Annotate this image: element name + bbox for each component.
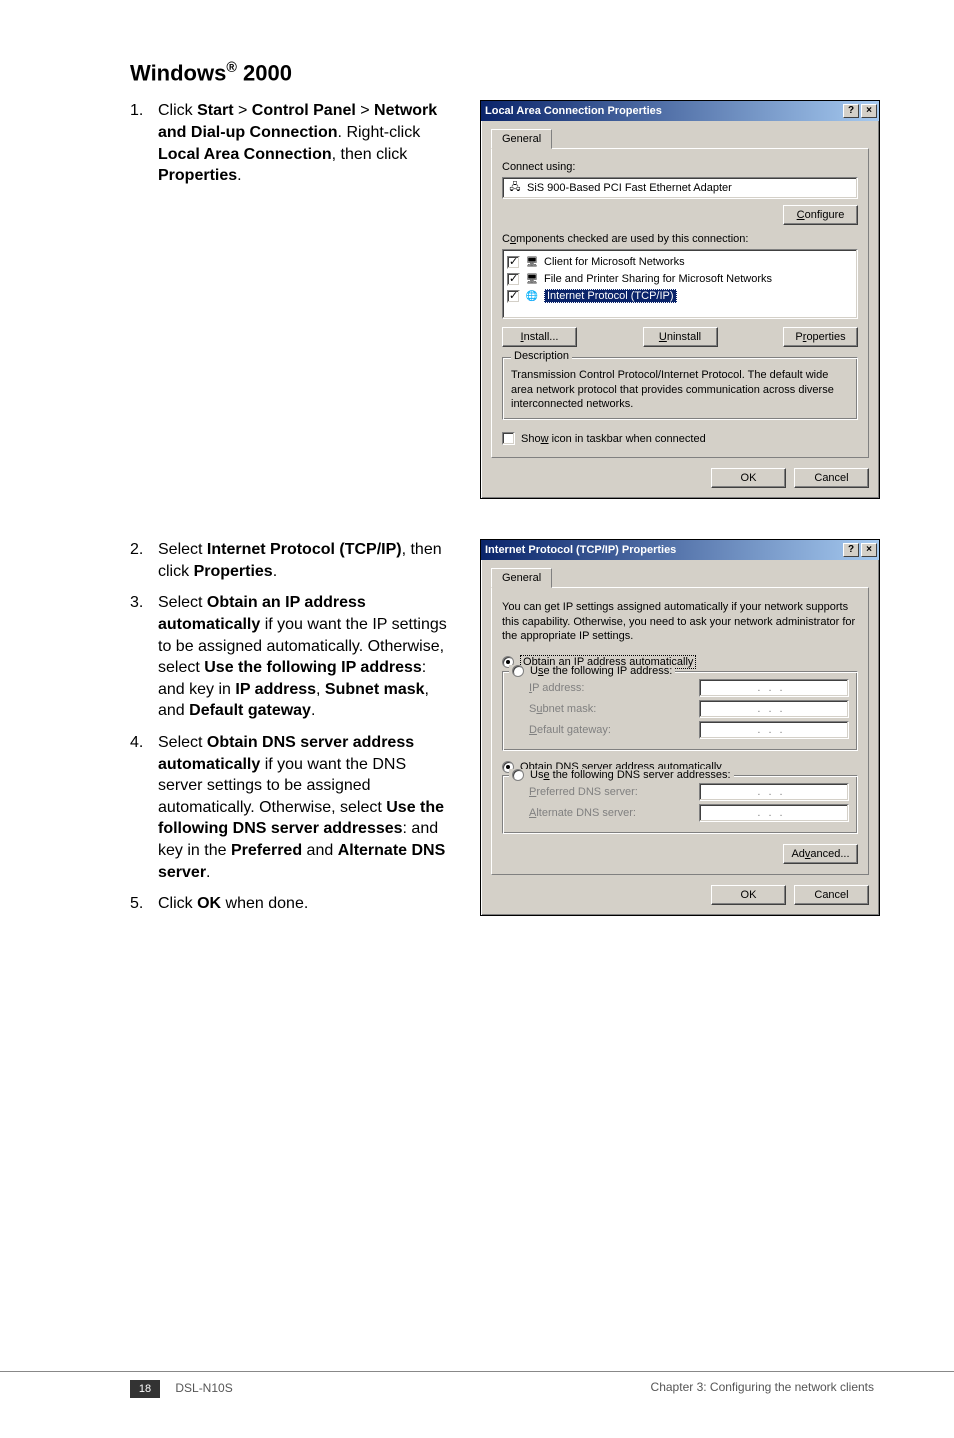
step-5: Click OK when done. xyxy=(130,893,450,915)
components-label: Components checked are used by this conn… xyxy=(502,233,858,245)
subnet-input: ... xyxy=(699,700,849,718)
uninstall-button[interactable]: Uninstall xyxy=(643,327,718,347)
step-2: Select Internet Protocol (TCP/IP), then … xyxy=(130,539,450,582)
install-button[interactable]: Install... xyxy=(502,327,577,347)
radio-manual-dns[interactable]: Use the following DNS server addresses: xyxy=(509,769,734,781)
dialog-title: Internet Protocol (TCP/IP) Properties xyxy=(485,544,676,556)
manual-dns-group: Use the following DNS server addresses: … xyxy=(502,775,858,834)
subnet-label: Subnet mask: xyxy=(529,703,596,715)
heading-post: 2000 xyxy=(237,60,292,85)
radio-icon[interactable] xyxy=(512,665,524,677)
pref-dns-label: Preferred DNS server: xyxy=(529,786,638,798)
adapter-name: SiS 900-Based PCI Fast Ethernet Adapter xyxy=(527,182,732,194)
connect-using-label: Connect using: xyxy=(502,161,858,173)
step-1: Click Start > Control Panel > Network an… xyxy=(130,100,450,186)
radio-manual-ip[interactable]: Use the following IP address: xyxy=(509,665,675,677)
chapter-label: Chapter 3: Configuring the network clien… xyxy=(651,1380,874,1398)
help-button[interactable]: ? xyxy=(843,104,859,118)
component-tcpip[interactable]: 🌐 Internet Protocol (TCP/IP) xyxy=(507,288,853,304)
monitor-icon: 🖥 xyxy=(524,254,540,270)
configure-button[interactable]: Configure xyxy=(783,205,858,225)
page-heading: Windows® 2000 xyxy=(130,60,874,86)
alt-dns-label: Alternate DNS server: xyxy=(529,807,636,819)
local-area-connection-dialog: Local Area Connection Properties ? × Gen… xyxy=(480,100,880,499)
tab-general[interactable]: General xyxy=(491,129,552,149)
help-button[interactable]: ? xyxy=(843,543,859,557)
steps-list-2: Select Internet Protocol (TCP/IP), then … xyxy=(130,539,450,915)
show-icon-label: Show icon in taskbar when connected xyxy=(521,433,706,445)
radio-icon[interactable] xyxy=(512,769,524,781)
gateway-input: ... xyxy=(699,721,849,739)
dialog-title: Local Area Connection Properties xyxy=(485,105,662,117)
manual-ip-group: Use the following IP address: IP address… xyxy=(502,671,858,751)
gateway-label: Default gateway: xyxy=(529,724,611,736)
description-legend: Description xyxy=(511,350,572,362)
dialog-titlebar[interactable]: Local Area Connection Properties ? × xyxy=(481,101,879,121)
ok-button[interactable]: OK xyxy=(711,885,786,905)
intro-text: You can get IP settings assigned automat… xyxy=(502,600,858,643)
cancel-button[interactable]: Cancel xyxy=(794,468,869,488)
model-label: DSL-N10S xyxy=(175,1381,232,1395)
cancel-button[interactable]: Cancel xyxy=(794,885,869,905)
ip-address-input: ... xyxy=(699,679,849,697)
page-number: 18 xyxy=(130,1380,160,1398)
description-group: Description Transmission Control Protoco… xyxy=(502,357,858,420)
steps-list-1: Click Start > Control Panel > Network an… xyxy=(130,100,450,186)
protocol-icon: 🌐 xyxy=(524,288,540,304)
nic-icon: 🖧 xyxy=(507,180,523,196)
advanced-button[interactable]: Advanced... xyxy=(783,844,858,864)
checkbox-icon[interactable] xyxy=(507,290,520,303)
monitor-icon: 🖥 xyxy=(524,271,540,287)
properties-button[interactable]: Properties xyxy=(783,327,858,347)
heading-pre: Windows xyxy=(130,60,226,85)
checkbox-icon[interactable] xyxy=(507,256,520,269)
dialog-titlebar[interactable]: Internet Protocol (TCP/IP) Properties ? … xyxy=(481,540,879,560)
show-icon-checkbox[interactable] xyxy=(502,432,515,445)
alt-dns-input: ... xyxy=(699,804,849,822)
components-list[interactable]: 🖥 Client for Microsoft Networks 🖥 File a… xyxy=(502,249,858,319)
step-4: Select Obtain DNS server address automat… xyxy=(130,732,450,883)
pref-dns-input: ... xyxy=(699,783,849,801)
close-button[interactable]: × xyxy=(861,104,877,118)
tab-general[interactable]: General xyxy=(491,568,552,588)
close-button[interactable]: × xyxy=(861,543,877,557)
heading-sup: ® xyxy=(226,60,237,76)
ok-button[interactable]: OK xyxy=(711,468,786,488)
step-3: Select Obtain an IP address automaticall… xyxy=(130,592,450,722)
page-footer: 18 DSL-N10S Chapter 3: Configuring the n… xyxy=(0,1371,954,1398)
checkbox-icon[interactable] xyxy=(507,273,520,286)
ip-address-label: IP address: xyxy=(529,682,584,694)
component-fileshare[interactable]: 🖥 File and Printer Sharing for Microsoft… xyxy=(507,271,853,287)
description-text: Transmission Control Protocol/Internet P… xyxy=(511,368,849,411)
tcpip-properties-dialog: Internet Protocol (TCP/IP) Properties ? … xyxy=(480,539,880,916)
adapter-field: 🖧 SiS 900-Based PCI Fast Ethernet Adapte… xyxy=(502,177,858,199)
component-client[interactable]: 🖥 Client for Microsoft Networks xyxy=(507,254,853,270)
